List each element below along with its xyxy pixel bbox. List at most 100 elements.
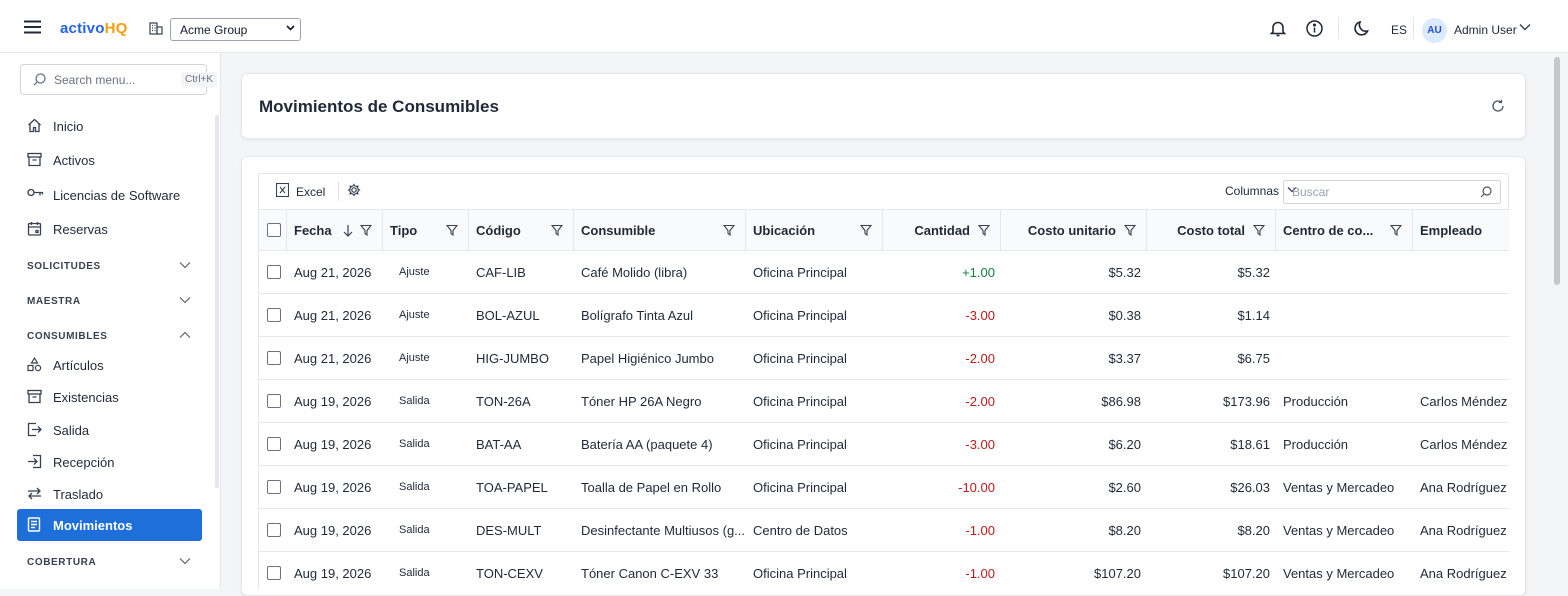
table-row[interactable]: Aug 19, 2026 Salida TON-CEXV Tóner Canon C-… bbox=[259, 552, 1509, 589]
cell-ubicacion: Oficina Principal bbox=[753, 437, 847, 452]
cell-empleado: Ana Rodríguez bbox=[1420, 480, 1507, 495]
filter-icon[interactable] bbox=[446, 224, 458, 236]
gear-icon[interactable] bbox=[347, 183, 361, 197]
row-checkbox[interactable] bbox=[267, 308, 281, 322]
sidebar-item-existencias[interactable]: Existencias bbox=[17, 382, 202, 412]
table-row[interactable]: Aug 19, 2026 Salida DES-MULT Desinfectante … bbox=[259, 509, 1509, 552]
sidebar-item-inicio[interactable]: Inicio bbox=[17, 111, 202, 141]
sidebar-item-licencias[interactable]: Licencias de Software bbox=[17, 180, 202, 210]
sidebar-item-reservas[interactable]: Reservas bbox=[17, 214, 202, 244]
filter-icon[interactable] bbox=[360, 224, 372, 236]
export-excel-button[interactable]: Excel bbox=[269, 180, 329, 202]
filter-icon[interactable] bbox=[978, 224, 990, 236]
table-row[interactable]: Aug 19, 2026 Salida BAT-AA Batería AA (paqu… bbox=[259, 423, 1509, 466]
building-icon bbox=[149, 22, 163, 35]
page-scrollbar[interactable] bbox=[1549, 53, 1568, 589]
cell-centro: Ventas y Mercadeo bbox=[1283, 566, 1395, 581]
filter-icon[interactable] bbox=[1124, 224, 1136, 236]
filter-icon[interactable] bbox=[551, 224, 563, 236]
cell-tipo: Ajuste bbox=[399, 352, 430, 364]
filter-icon[interactable] bbox=[1253, 224, 1265, 236]
organization-select[interactable]: Acme Group bbox=[170, 18, 301, 41]
search-icon[interactable] bbox=[1480, 186, 1492, 198]
sidebar-item-label: Traslado bbox=[53, 487, 104, 502]
cell-costo-unitario: $107.20 bbox=[1094, 566, 1141, 581]
notifications-bell-icon[interactable] bbox=[1270, 20, 1286, 37]
sidebar-item-recepcion[interactable]: Recepción bbox=[17, 447, 202, 477]
row-checkbox[interactable] bbox=[267, 351, 281, 365]
section-cobertura[interactable]: COBERTURA bbox=[17, 552, 202, 574]
language-toggle[interactable]: ES bbox=[1391, 23, 1407, 37]
info-icon[interactable] bbox=[1306, 20, 1323, 37]
cell-costo-unitario: $86.98 bbox=[1101, 394, 1141, 409]
column-header-costo-unitario[interactable]: Costo unitario bbox=[1001, 210, 1147, 250]
cell-centro: Ventas y Mercadeo bbox=[1283, 523, 1395, 538]
cell-fecha: Aug 19, 2026 bbox=[294, 523, 372, 538]
table-row[interactable]: Aug 21, 2026 Ajuste CAF-LIB Café Molido (li… bbox=[259, 251, 1509, 294]
cell-tipo: Salida bbox=[399, 567, 430, 579]
excel-label: Excel bbox=[296, 185, 326, 199]
cell-codigo: BAT-AA bbox=[476, 437, 522, 452]
chevron-down-icon[interactable] bbox=[1519, 23, 1531, 31]
cell-costo-total: $6.75 bbox=[1237, 351, 1270, 366]
cell-centro bbox=[1276, 337, 1413, 379]
column-header-label: Cantidad bbox=[914, 223, 970, 238]
dark-mode-moon-icon[interactable] bbox=[1354, 20, 1370, 37]
row-checkbox[interactable] bbox=[267, 523, 281, 537]
table-row[interactable]: Aug 19, 2026 Salida TOA-PAPEL Toalla de Pap… bbox=[259, 466, 1509, 509]
column-header-ubicacion[interactable]: Ubicación bbox=[746, 210, 883, 250]
page-title: Movimientos de Consumibles bbox=[259, 97, 499, 116]
cell-centro: Producción bbox=[1283, 437, 1349, 452]
transfer-arrows-icon bbox=[27, 486, 42, 501]
section-maestra[interactable]: MAESTRA bbox=[17, 291, 202, 313]
section-solicitudes[interactable]: SOLICITUDES bbox=[17, 256, 202, 278]
refresh-icon[interactable] bbox=[1491, 99, 1505, 113]
row-checkbox[interactable] bbox=[267, 480, 281, 494]
row-checkbox[interactable] bbox=[267, 566, 281, 580]
archive-box-icon bbox=[27, 389, 42, 404]
section-consumibles[interactable]: CONSUMIBLES bbox=[17, 326, 202, 348]
select-all-checkbox[interactable] bbox=[267, 223, 281, 237]
table-row[interactable]: Aug 21, 2026 Ajuste HIG-JUMBO Papel Higiéni… bbox=[259, 337, 1509, 380]
table-row[interactable]: Aug 19, 2026 Salida TON-26A Tóner HP 26A Ne… bbox=[259, 380, 1509, 423]
column-header-costo-total[interactable]: Costo total bbox=[1147, 210, 1276, 250]
filter-icon[interactable] bbox=[1390, 224, 1402, 236]
search-menu-input[interactable]: Search menu... Ctrl+K bbox=[20, 64, 218, 95]
sidebar-scrollbar[interactable] bbox=[215, 115, 219, 488]
column-header-fecha[interactable]: Fecha bbox=[287, 210, 383, 250]
menu-icon[interactable] bbox=[24, 20, 41, 34]
sidebar-item-salida[interactable]: Salida bbox=[17, 415, 202, 445]
filter-icon[interactable] bbox=[723, 224, 735, 236]
cell-fecha: Aug 19, 2026 bbox=[294, 566, 372, 581]
columns-dropdown[interactable]: Columnas bbox=[1225, 184, 1297, 198]
sidebar-item-label: Movimientos bbox=[53, 518, 133, 533]
column-header-empleado[interactable]: Empleado bbox=[1413, 210, 1509, 250]
row-checkbox[interactable] bbox=[267, 437, 281, 451]
column-header-consumible[interactable]: Consumible bbox=[574, 210, 746, 250]
column-header-codigo[interactable]: Código bbox=[469, 210, 574, 250]
sidebar-item-activos[interactable]: Activos bbox=[17, 145, 202, 175]
search-icon bbox=[33, 73, 46, 86]
column-header-label: Consumible bbox=[581, 223, 656, 238]
column-header-centro[interactable]: Centro de co... bbox=[1276, 210, 1413, 250]
sidebar-item-label: Existencias bbox=[53, 390, 119, 405]
sidebar-item-articulos[interactable]: Artículos bbox=[17, 350, 202, 380]
cell-centro: Producción bbox=[1283, 394, 1349, 409]
cell-consumible: Tóner Canon C-EXV 33 bbox=[581, 566, 719, 581]
scrollbar-thumb[interactable] bbox=[1554, 57, 1560, 285]
row-checkbox[interactable] bbox=[267, 265, 281, 279]
sidebar-item-traslado[interactable]: Traslado bbox=[17, 479, 202, 509]
grid-search-input[interactable] bbox=[1292, 185, 1462, 199]
column-header-tipo[interactable]: Tipo bbox=[383, 210, 469, 250]
sidebar-item-movimientos[interactable]: Movimientos bbox=[17, 509, 202, 541]
app-logo[interactable]: activoHQ bbox=[60, 20, 127, 37]
filter-icon[interactable] bbox=[860, 224, 872, 236]
table-row[interactable]: Aug 21, 2026 Ajuste BOL-AZUL Bolígrafo Tint… bbox=[259, 294, 1509, 337]
column-header-cantidad[interactable]: Cantidad bbox=[883, 210, 1001, 250]
user-name[interactable]: Admin User bbox=[1454, 23, 1517, 37]
grid-search-field[interactable] bbox=[1283, 180, 1501, 204]
avatar[interactable]: AU bbox=[1422, 18, 1447, 43]
sort-descending-icon[interactable] bbox=[343, 224, 353, 237]
column-header-label: Costo total bbox=[1177, 223, 1245, 238]
row-checkbox[interactable] bbox=[267, 394, 281, 408]
